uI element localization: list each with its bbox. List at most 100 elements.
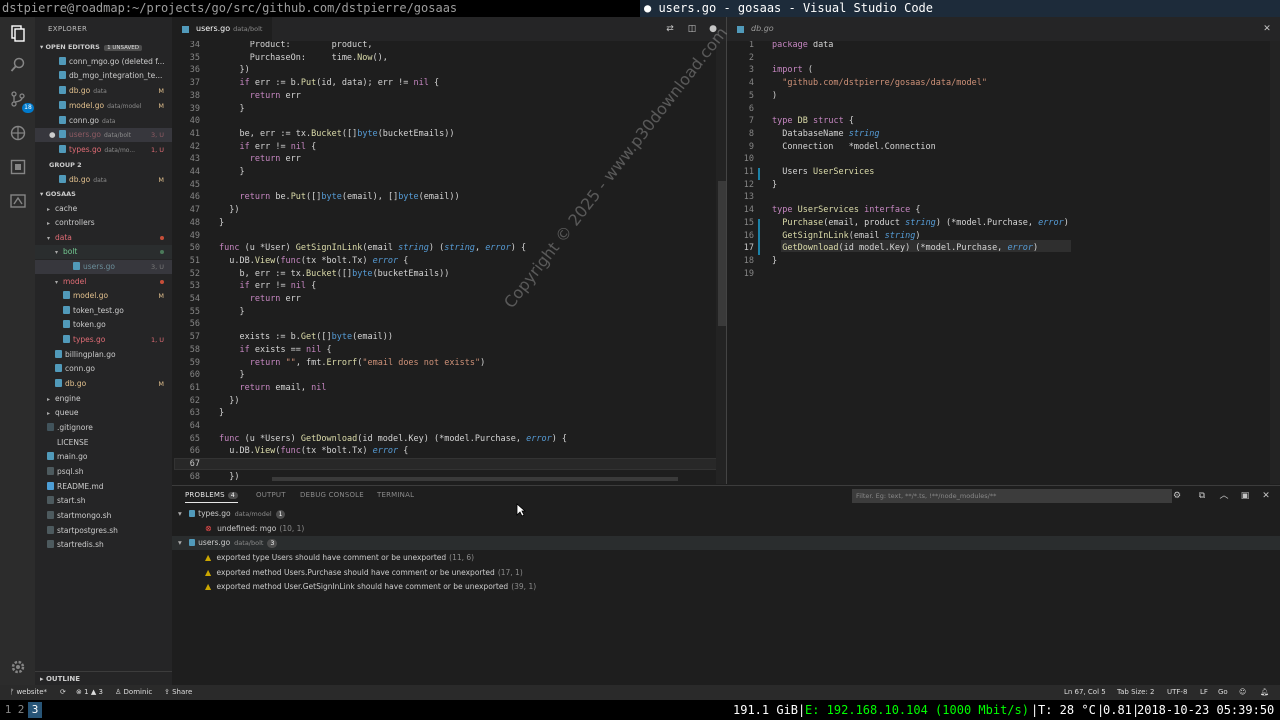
open-editor-item[interactable]: types.go data/mo... 1, U	[35, 143, 172, 157]
go-file-icon	[737, 26, 744, 33]
problem-file-row[interactable]: ▾ users.go data/bolt 3	[172, 536, 1280, 550]
vertical-scrollbar-thumb[interactable]	[718, 181, 726, 326]
tree-file-startpostgres-sh[interactable]: startpostgres.sh	[35, 524, 172, 538]
tree-folder-queue[interactable]: ▸ queue	[35, 406, 172, 420]
problem-file-row[interactable]: ▾ types.go data/model 1	[172, 507, 1280, 521]
filter-settings-icon[interactable]: ⚙	[1171, 490, 1183, 502]
activity-bar: 18	[0, 17, 35, 685]
tree-file-users-go[interactable]: users.go 3, U	[35, 260, 172, 274]
problem-row[interactable]: ▲ exported method User.GetSignInLink sho…	[172, 580, 1280, 594]
workspace-2[interactable]: 2	[14, 702, 28, 718]
open-changes-icon[interactable]: ⇄	[664, 23, 676, 35]
extensions-icon[interactable]	[8, 159, 28, 179]
tree-file-db-go[interactable]: db.go M	[35, 377, 172, 391]
sync-icon[interactable]: ⟳	[60, 685, 66, 700]
live-share-user-item[interactable]: ♙ Dominic	[115, 685, 152, 700]
line-number: 36	[189, 65, 200, 76]
problem-row[interactable]: ▲ exported method Users.Purchase should …	[172, 566, 1280, 580]
problems-status-item[interactable]: ⊗ 1 ▲ 3	[76, 685, 103, 700]
tab-debug-console[interactable]: DEBUG CONSOLE	[300, 491, 364, 499]
explorer-icon[interactable]	[8, 25, 28, 45]
share-item[interactable]: ⇪ Share	[164, 685, 192, 700]
tree-folder-model[interactable]: ▾ model	[35, 275, 172, 289]
open-editor-item[interactable]: model.go data/model M	[35, 99, 172, 113]
open-editors-section[interactable]: ▾ OPEN EDITORS 1 UNSAVED	[40, 43, 143, 51]
tree-folder-cache[interactable]: ▸ cache	[35, 202, 172, 216]
problem-row[interactable]: ▲ exported type Users should have commen…	[172, 551, 1280, 565]
cursor-position[interactable]: Ln 67, Col 5	[1064, 685, 1106, 700]
source-control-icon[interactable]: 18	[8, 91, 34, 113]
project-section[interactable]: ▾ GOSAAS	[40, 190, 76, 198]
tree-file-conn-go[interactable]: conn.go	[35, 362, 172, 376]
tree-file-billingplan-go[interactable]: billingplan.go	[35, 348, 172, 362]
tree-file-gitignore[interactable]: .gitignore	[35, 421, 172, 435]
maximize-panel-icon[interactable]: ▣	[1239, 490, 1251, 502]
git-status: M	[158, 292, 164, 300]
tree-file-token-test-go[interactable]: token_test.go	[35, 304, 172, 318]
workspace-3[interactable]: 3	[28, 702, 42, 718]
close-panel-icon[interactable]: ✕	[1260, 490, 1272, 502]
tree-file-license[interactable]: LICENSE	[35, 436, 172, 450]
open-editor-item[interactable]: db_mgo_integration_te...	[35, 69, 172, 83]
tree-file-token-go[interactable]: token.go	[35, 318, 172, 332]
tree-file-model-go[interactable]: model.go M	[35, 289, 172, 303]
tree-folder-data[interactable]: ▾ data	[35, 231, 172, 245]
editor-left[interactable]: 34 Product: product, 35 PurchaseOn: time.…	[172, 41, 726, 484]
unsaved-dot-icon[interactable]: ●	[49, 128, 56, 142]
tree-file-start-sh[interactable]: start.sh	[35, 494, 172, 508]
remote-explorer-icon[interactable]	[8, 193, 28, 213]
problems-filter-input[interactable]: Filter. Eg: text, **/*.ts, !**/node_modu…	[852, 489, 1172, 503]
line-ending[interactable]: LF	[1200, 685, 1208, 700]
open-editor-item[interactable]: db.go data M	[35, 173, 172, 187]
tab-output[interactable]: OUTPUT	[256, 491, 286, 499]
warning-count: 3	[98, 688, 103, 696]
chevron-up-icon[interactable]: ︿	[1218, 490, 1230, 502]
go-file-icon	[182, 26, 189, 33]
open-editor-item[interactable]: conn_mgo.go (deleted f...	[35, 55, 172, 69]
language-mode[interactable]: Go	[1218, 685, 1228, 700]
outline-section[interactable]: ▸ OUTLINE	[35, 671, 172, 685]
problem-row[interactable]: ⊗ undefined: mgo (10, 1)	[172, 522, 1280, 536]
tree-file-main-go[interactable]: main.go	[35, 450, 172, 464]
encoding[interactable]: UTF-8	[1167, 685, 1187, 700]
close-icon[interactable]: ✕	[1261, 23, 1273, 35]
tree-file-readme[interactable]: README.md	[35, 480, 172, 494]
editor-right[interactable]: 1 package data 2 3 import (4 "github.com/dst…	[727, 41, 1280, 484]
settings-gear-icon[interactable]	[8, 659, 28, 679]
line-number: 67	[189, 459, 200, 470]
horizontal-scrollbar-thumb[interactable]	[272, 477, 678, 481]
tree-folder-controllers[interactable]: ▸ controllers	[35, 216, 172, 230]
share-label: Share	[172, 688, 193, 696]
tree-folder-bolt[interactable]: ▾ bolt	[35, 245, 172, 259]
open-editor-item-active[interactable]: ● users.go data/bolt 3, U	[35, 128, 172, 142]
tab-db-go[interactable]: db.go	[727, 17, 807, 41]
minimap[interactable]	[1270, 41, 1280, 484]
tab-terminal[interactable]: TERMINAL	[377, 491, 414, 499]
split-editor-icon[interactable]: ◫	[686, 23, 698, 35]
collapse-all-icon[interactable]: ⧉	[1196, 490, 1208, 502]
git-branch-item[interactable]: ᚠ website*	[10, 685, 47, 700]
line-number: 10	[743, 154, 754, 165]
tree-file-psql-sh[interactable]: psql.sh	[35, 465, 172, 479]
problem-message: undefined: mgo	[217, 524, 277, 533]
tab-users-go[interactable]: users.go data/bolt	[172, 17, 272, 41]
problem-message: exported method User.GetSignInLink shoul…	[216, 582, 509, 591]
tree-folder-engine[interactable]: ▸ engine	[35, 392, 172, 406]
tab-problems[interactable]: PROBLEMS 4	[185, 491, 238, 503]
tree-item-label: users.go	[83, 262, 115, 271]
tree-item-label: conn.go	[65, 364, 95, 373]
problem-location: (17, 1)	[497, 568, 523, 577]
tree-file-startmongo-sh[interactable]: startmongo.sh	[35, 509, 172, 523]
git-status: M	[158, 87, 164, 95]
notifications-bell-icon[interactable]: 🔔︎	[1260, 685, 1269, 700]
open-editor-path: data	[101, 118, 116, 125]
tree-file-types-go[interactable]: types.go 1, U	[35, 333, 172, 347]
workspace-1[interactable]: 1	[1, 702, 15, 718]
feedback-smiley-icon[interactable]: ☺	[1239, 685, 1246, 700]
open-editor-item[interactable]: db.go data M	[35, 84, 172, 98]
search-icon[interactable]	[8, 57, 28, 77]
debug-icon[interactable]	[8, 125, 28, 145]
tree-file-startredis-sh[interactable]: startredis.sh	[35, 538, 172, 552]
open-editor-item[interactable]: conn.go data	[35, 114, 172, 128]
tab-size[interactable]: Tab Size: 2	[1117, 685, 1154, 700]
